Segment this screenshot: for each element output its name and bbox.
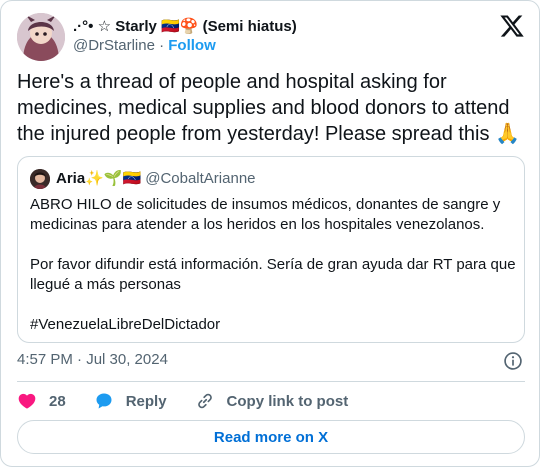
handle-separator: · (159, 37, 165, 54)
reply-label: Reply (125, 392, 167, 410)
action-bar: 28 Reply Copy link to post (17, 390, 376, 412)
x-logo-icon[interactable] (499, 13, 525, 39)
author-name-row[interactable]: .·°• ☆ Starly 🇻🇪🍄 (Semi hiatus) (73, 17, 297, 35)
quoted-hashtag: #VenezuelaLibreDelDictador (30, 316, 221, 333)
info-icon[interactable] (503, 351, 523, 371)
author-display-name[interactable]: .·°• ☆ Starly 🇻🇪🍄 (Semi hiatus) (73, 17, 297, 35)
read-more-label: Read more on X (213, 428, 329, 446)
quoted-text: ABRO HILO de solicitudes de insumos médi… (30, 195, 516, 335)
quoted-author-avatar (30, 169, 50, 189)
quoted-name-row: Aria✨🌱🇻🇪 @CobaltArianne (56, 169, 256, 188)
reply-button[interactable]: Reply (94, 391, 167, 411)
author-avatar[interactable] (17, 13, 65, 61)
quoted-tweet[interactable]: Aria✨🌱🇻🇪 @CobaltArianne ABRO HILO de sol… (17, 156, 525, 343)
read-more-button[interactable]: Read more on X (17, 420, 525, 454)
quoted-paragraph: Por favor difundir está información. Ser… (30, 256, 516, 293)
follow-link[interactable]: Follow (168, 37, 216, 54)
like-count: 28 (49, 392, 66, 410)
quoted-paragraph: ABRO HILO de solicitudes de insumos médi… (30, 196, 501, 233)
reply-bubble-icon (96, 393, 112, 409)
tweet-card: .·°• ☆ Starly 🇻🇪🍄 (Semi hiatus) @DrStarl… (0, 0, 540, 467)
copy-link-label: Copy link to post (226, 392, 349, 410)
like-button[interactable]: 28 (17, 391, 66, 411)
author-handle[interactable]: @DrStarline (73, 37, 155, 54)
divider (17, 381, 525, 382)
copy-link-button[interactable]: Copy link to post (195, 391, 349, 411)
tweet-timestamp[interactable]: 4:57 PM · Jul 30, 2024 (17, 351, 168, 368)
link-icon (197, 393, 212, 409)
quoted-display-name: Aria✨🌱🇻🇪 (56, 170, 142, 187)
quoted-handle: @CobaltArianne (145, 169, 256, 187)
heart-icon (18, 393, 36, 409)
tweet-text: Here's a thread of people and hospital a… (17, 71, 520, 145)
author-handle-row: @DrStarline · Follow (73, 37, 216, 54)
